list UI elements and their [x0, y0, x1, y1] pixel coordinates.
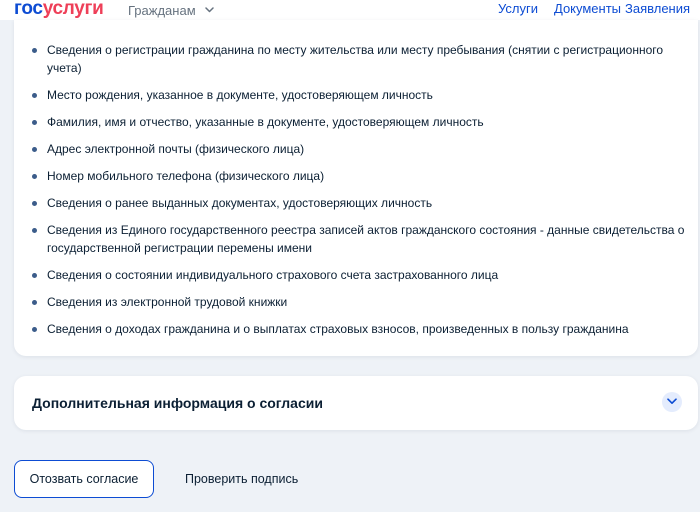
audience-label: Гражданам	[128, 3, 196, 18]
list-item: Сведения о регистрации гражданина по мес…	[32, 41, 692, 77]
list-item: Сведения о доходах гражданина и о выплат…	[32, 320, 692, 338]
audience-selector[interactable]: Гражданам	[128, 1, 215, 19]
expand-toggle-button[interactable]	[662, 392, 682, 412]
consent-data-card: Сведения о регистрации гражданина по мес…	[14, 20, 698, 356]
list-item: Сведения о состоянии индивидуального стр…	[32, 266, 692, 284]
consent-data-list: Сведения о регистрации гражданина по мес…	[32, 41, 692, 347]
additional-info-title: Дополнительная информация о согласии	[32, 395, 323, 411]
list-item: Место рождения, указанное в документе, у…	[32, 86, 692, 104]
list-item: Фамилия, имя и отчество, указанные в док…	[32, 113, 692, 131]
top-bar: госуслуги Гражданам Услуги Документы Зая…	[0, 0, 700, 20]
logo-part-uslugi: услуги	[42, 0, 104, 19]
list-item: Сведения из Единого государственного рее…	[32, 221, 692, 257]
list-item: Сведения из электронной трудовой книжки	[32, 293, 692, 311]
check-signature-link[interactable]: Проверить подпись	[185, 471, 298, 487]
additional-info-accordion[interactable]: Дополнительная информация о согласии	[14, 376, 698, 430]
chevron-down-icon	[667, 398, 677, 404]
chevron-down-icon	[205, 1, 215, 17]
list-item: Номер мобильного телефона (физического л…	[32, 167, 692, 185]
revoke-consent-button[interactable]: Отозвать согласие	[14, 460, 154, 498]
list-item: Адрес электронной почты (физического лиц…	[32, 140, 692, 158]
gosuslugi-logo[interactable]: госуслуги	[14, 0, 104, 19]
logo-part-gos: гос	[14, 0, 43, 19]
nav-item-services[interactable]: Услуги	[498, 1, 538, 17]
nav-item-applications[interactable]: Заявления	[625, 1, 690, 17]
nav-item-documents[interactable]: Документы	[554, 1, 621, 17]
list-item: Сведения о ранее выданных документах, уд…	[32, 194, 692, 212]
